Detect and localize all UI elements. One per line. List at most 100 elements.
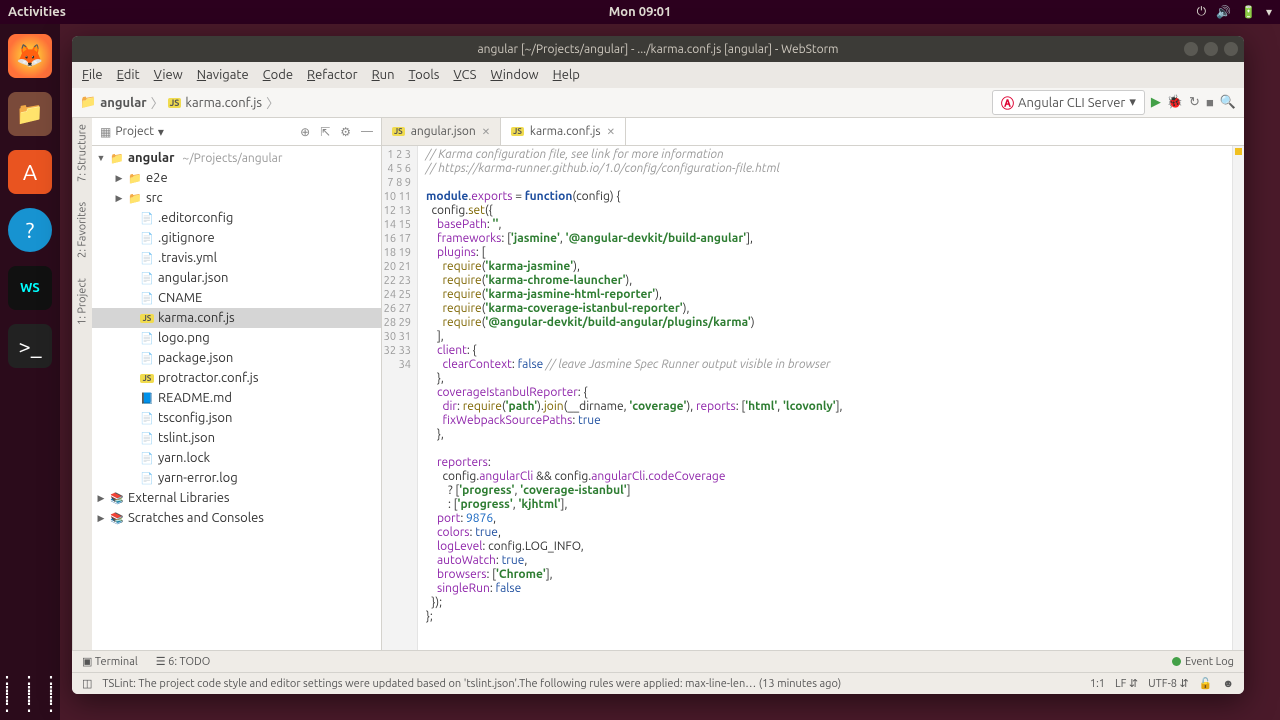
chevron-down-icon[interactable]: ▾ [158, 125, 164, 139]
menu-help[interactable]: Help [553, 68, 580, 82]
tree-node[interactable]: 📄yarn.lock [92, 448, 381, 468]
editor: JSangular.json✕JSkarma.conf.js✕ 1 2 3 4 … [382, 118, 1244, 650]
menu-refactor[interactable]: Refactor [307, 68, 358, 82]
encoding[interactable]: UTF-8 ⇵ [1148, 677, 1189, 690]
launcher-files[interactable]: 📁 [8, 92, 52, 136]
breadcrumb-file[interactable]: karma.conf.js [185, 96, 262, 110]
readonly-icon[interactable]: 🔓 [1199, 677, 1213, 690]
hide-icon[interactable]: — [361, 125, 373, 139]
tree-node[interactable]: JSprotractor.conf.js [92, 368, 381, 388]
breadcrumb-root[interactable]: angular [100, 96, 146, 110]
tree-node[interactable]: 📄yarn-error.log [92, 468, 381, 488]
side-tool[interactable]: 7: Structure [77, 124, 89, 182]
status-message: TSLint: The project code style and edito… [102, 678, 841, 690]
line-gutter[interactable]: 1 2 3 4 5 6 7 8 9 10 11 12 13 14 15 16 1… [382, 146, 418, 650]
editor-tabs: JSangular.json✕JSkarma.conf.js✕ [382, 118, 1244, 146]
menu-navigate[interactable]: Navigate [197, 68, 249, 82]
tree-node[interactable]: 📄package.json [92, 348, 381, 368]
tree-node[interactable]: 📄angular.json [92, 268, 381, 288]
tree-node[interactable]: ▶📁e2e [92, 168, 381, 188]
menu-code[interactable]: Code [263, 68, 293, 82]
tree-node[interactable]: ▶📚External Libraries [92, 488, 381, 508]
line-ending[interactable]: LF ⇵ [1115, 677, 1138, 690]
system-tray[interactable]: ⏻ 🔊 🔋 ▾ [1197, 5, 1272, 19]
menu-edit[interactable]: Edit [117, 68, 140, 82]
tree-node[interactable]: 📄tslint.json [92, 428, 381, 448]
tree-node[interactable]: ▼📁angular~/Projects/angular [92, 148, 381, 168]
menu-window[interactable]: Window [490, 68, 538, 82]
launcher-webstorm[interactable]: WS [8, 266, 52, 310]
tree-node[interactable]: 📄logo.png [92, 328, 381, 348]
tree-node[interactable]: 📄.gitignore [92, 228, 381, 248]
tree-node[interactable]: 📄tsconfig.json [92, 408, 381, 428]
coverage-button[interactable]: ↻ [1189, 95, 1200, 110]
close-tab-icon[interactable]: ✕ [607, 126, 615, 138]
tool-window-toggle-icon[interactable]: ◫ [82, 677, 92, 690]
js-icon: JS [168, 98, 182, 108]
activities-button[interactable]: Activities [8, 5, 66, 19]
tree-node[interactable]: JSkarma.conf.js [92, 308, 381, 328]
menu-tools[interactable]: Tools [409, 68, 440, 82]
toolbar: 📁 angular 〉 JS karma.conf.js 〉 Ⓐ Angular… [72, 88, 1244, 118]
window-titlebar[interactable]: angular [~/Projects/angular] - .../karma… [72, 36, 1244, 62]
launcher-help[interactable]: ? [8, 208, 52, 252]
webstorm-window: angular [~/Projects/angular] - .../karma… [72, 36, 1244, 694]
marker-strip[interactable] [1232, 146, 1244, 650]
network-icon[interactable]: ⏻ [1197, 5, 1207, 19]
tree-node[interactable]: 📄.travis.yml [92, 248, 381, 268]
bottom-tool-strip: ▣ Terminal ☰ 6: TODO Event Log [72, 650, 1244, 672]
event-log-tool[interactable]: Event Log [1185, 656, 1234, 668]
gear-icon[interactable]: ⚙ [340, 125, 351, 139]
caret-position[interactable]: 1:1 [1090, 678, 1105, 690]
breadcrumb[interactable]: 📁 angular 〉 JS karma.conf.js 〉 [80, 93, 279, 112]
project-tree[interactable]: ▼📁angular~/Projects/angular▶📁e2e▶📁src📄.e… [92, 146, 381, 650]
run-button[interactable]: ▶ [1151, 95, 1161, 110]
maximize-button[interactable] [1204, 42, 1218, 56]
locate-icon[interactable]: ⊕ [300, 125, 310, 139]
menu-vcs[interactable]: VCS [453, 68, 476, 82]
collapse-icon[interactable]: ⇱ [320, 125, 330, 139]
launcher: 🦊 📁 A ? WS >_ ⋮⋮⋮⋮⋮⋮⋮⋮⋮ [0, 24, 60, 720]
angular-icon: Ⓐ [1001, 93, 1014, 112]
menu-file[interactable]: File [82, 68, 103, 82]
launcher-terminal[interactable]: >_ [8, 324, 52, 368]
minimize-button[interactable] [1184, 42, 1198, 56]
stop-button[interactable]: ■ [1206, 95, 1214, 110]
tree-node[interactable]: 📘README.md [92, 388, 381, 408]
close-button[interactable] [1224, 42, 1238, 56]
menubar: File Edit View Navigate Code Refactor Run Tools… [72, 62, 1244, 88]
tree-node[interactable]: ▶📚Scratches and Consoles [92, 508, 381, 528]
menu-view[interactable]: View [154, 68, 183, 82]
statusbar: ◫ TSLint: The project code style and edi… [72, 672, 1244, 694]
editor-tab[interactable]: JSangular.json✕ [382, 118, 501, 145]
window-title: angular [~/Projects/angular] - .../karma… [477, 43, 838, 56]
show-applications-icon[interactable]: ⋮⋮⋮⋮⋮⋮⋮⋮⋮ [0, 678, 63, 708]
clock[interactable]: Mon 09:01 [609, 5, 672, 19]
tree-node[interactable]: 📄.editorconfig [92, 208, 381, 228]
project-icon: ▦ [100, 125, 111, 139]
debug-button[interactable]: 🐞 [1167, 95, 1183, 110]
launcher-software[interactable]: A [8, 150, 52, 194]
terminal-tool[interactable]: ▣ Terminal [82, 655, 138, 668]
left-tool-strip[interactable]: 1: Project 2: Favorites 7: Structure [72, 118, 92, 650]
run-config-selector[interactable]: Ⓐ Angular CLI Server ▾ [992, 90, 1145, 115]
project-title[interactable]: Project [115, 125, 154, 138]
side-tool[interactable]: 2: Favorites [77, 202, 89, 258]
side-tool[interactable]: 1: Project [77, 278, 89, 325]
code-area[interactable]: // Karma configuration file, see link fo… [418, 146, 1232, 650]
tree-node[interactable]: 📄CNAME [92, 288, 381, 308]
menu-run[interactable]: Run [372, 68, 395, 82]
chevron-down-icon[interactable]: ▾ [1266, 5, 1272, 19]
volume-icon[interactable]: 🔊 [1216, 5, 1231, 19]
project-header: ▦ Project ▾ ⊕ ⇱ ⚙ — [92, 118, 381, 146]
inspections-icon[interactable]: ☻ [1222, 678, 1234, 690]
launcher-firefox[interactable]: 🦊 [8, 34, 52, 78]
search-icon[interactable]: 🔍 [1220, 95, 1236, 110]
event-indicator-icon [1172, 657, 1181, 666]
tree-node[interactable]: ▶📁src [92, 188, 381, 208]
todo-tool[interactable]: ☰ 6: TODO [156, 655, 211, 668]
warning-marker[interactable] [1235, 148, 1242, 155]
battery-icon[interactable]: 🔋 [1241, 5, 1256, 19]
close-tab-icon[interactable]: ✕ [482, 126, 490, 138]
editor-tab[interactable]: JSkarma.conf.js✕ [501, 118, 626, 145]
